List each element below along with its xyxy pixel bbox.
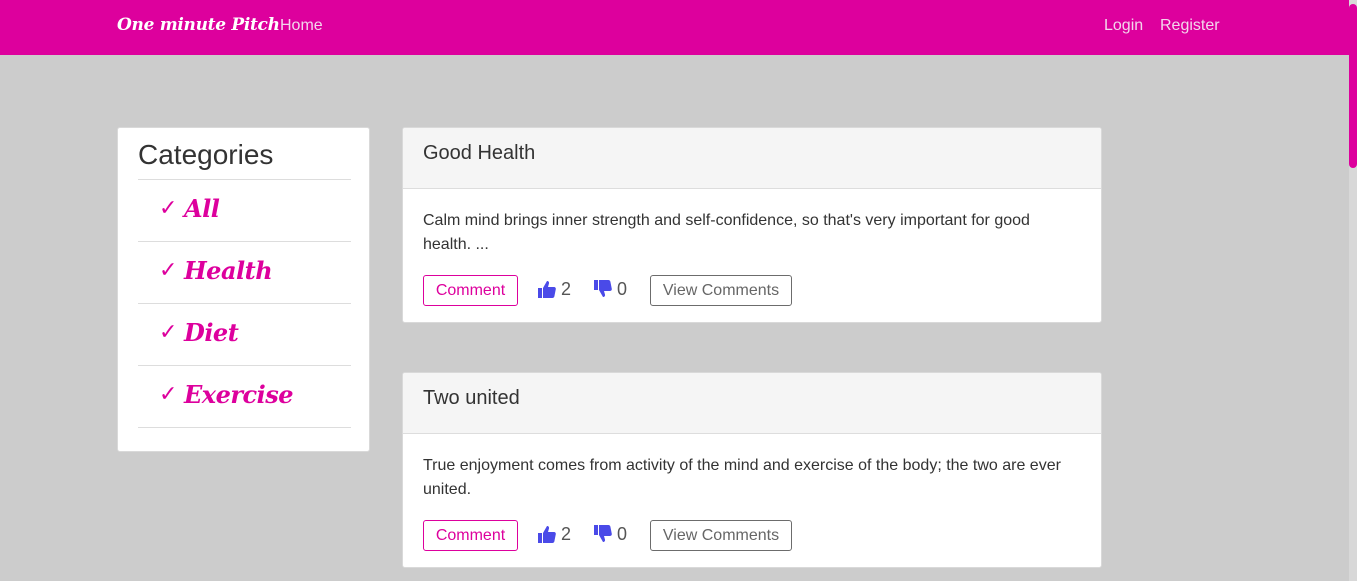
dislike-button[interactable]: 0 bbox=[593, 277, 627, 301]
category-item-diet[interactable]: ✓ Diet bbox=[138, 304, 351, 366]
category-item-exercise[interactable]: ✓ Exercise bbox=[138, 366, 351, 428]
category-label[interactable]: Health bbox=[184, 256, 273, 285]
thumbs-up-icon bbox=[537, 524, 557, 544]
pitch-card-header: Two united bbox=[403, 373, 1101, 434]
check-icon: ✓ bbox=[159, 258, 178, 283]
check-icon: ✓ bbox=[159, 320, 178, 345]
pitch-body: Calm mind brings inner strength and self… bbox=[423, 212, 1030, 253]
category-item-health[interactable]: ✓ Health bbox=[138, 242, 351, 304]
pitch-card: Two united True enjoyment comes from act… bbox=[402, 372, 1102, 568]
scrollbar-thumb[interactable] bbox=[1349, 4, 1357, 168]
dislike-button[interactable]: 0 bbox=[593, 522, 627, 546]
dislike-count: 0 bbox=[617, 278, 628, 299]
nav-login-link[interactable]: Login bbox=[1104, 17, 1143, 35]
categories-panel: Categories ✓ All ✓ Health ✓ Diet ✓ Exerc… bbox=[117, 127, 370, 452]
category-item-all[interactable]: ✓ All bbox=[138, 180, 351, 242]
check-icon: ✓ bbox=[159, 196, 178, 221]
nav-home-link[interactable]: Home bbox=[280, 17, 323, 35]
thumbs-up-icon bbox=[537, 279, 557, 299]
thumbs-down-icon bbox=[593, 524, 613, 544]
pitch-card-header: Good Health bbox=[403, 128, 1101, 189]
comment-button[interactable]: Comment bbox=[423, 275, 518, 306]
categories-title: Categories bbox=[138, 139, 274, 170]
category-label[interactable]: Diet bbox=[184, 318, 239, 347]
category-label[interactable]: Exercise bbox=[184, 380, 294, 409]
view-comments-button[interactable]: View Comments bbox=[650, 520, 792, 551]
like-button[interactable]: 2 bbox=[537, 522, 571, 546]
nav-register-link[interactable]: Register bbox=[1160, 17, 1220, 35]
pitch-title: Two united bbox=[423, 387, 520, 409]
pitch-card: Good Health Calm mind brings inner stren… bbox=[402, 127, 1102, 323]
dislike-count: 0 bbox=[617, 523, 628, 544]
category-label[interactable]: All bbox=[184, 194, 220, 223]
pitch-title: Good Health bbox=[423, 142, 536, 164]
pitch-body: True enjoyment comes from activity of th… bbox=[423, 457, 1061, 498]
like-count: 2 bbox=[561, 523, 572, 544]
like-button[interactable]: 2 bbox=[537, 277, 571, 301]
page-scrollbar[interactable] bbox=[1349, 0, 1357, 581]
check-icon: ✓ bbox=[159, 382, 178, 407]
category-list: ✓ All ✓ Health ✓ Diet ✓ Exercise bbox=[138, 179, 351, 428]
like-count: 2 bbox=[561, 278, 572, 299]
view-comments-button[interactable]: View Comments bbox=[650, 275, 792, 306]
navbar: One minute Pitch Home Login Register bbox=[0, 0, 1349, 55]
thumbs-down-icon bbox=[593, 279, 613, 299]
comment-button[interactable]: Comment bbox=[423, 520, 518, 551]
brand-logo[interactable]: One minute Pitch bbox=[117, 15, 280, 35]
